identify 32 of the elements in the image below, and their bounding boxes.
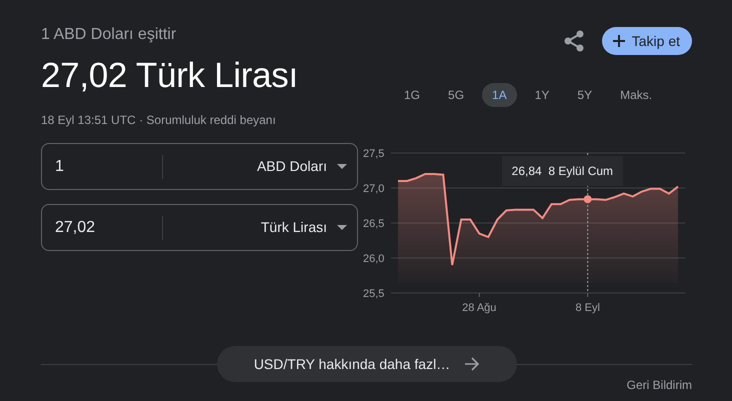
range-tab[interactable]: 1A [482,83,517,107]
learn-more-button[interactable]: USD/TRY hakkında daha fazl… [217,346,517,382]
subtitle: 1 ABD Doları eşittir [41,25,178,45]
arrow-right-icon [464,356,480,372]
hover-point [584,195,592,204]
separator: · [139,113,144,127]
range-tab[interactable]: 5G [438,83,474,107]
share-icon[interactable] [562,29,586,53]
x-axis-label: 28 Ağu [462,302,496,314]
y-axis-label: 25,5 [363,288,384,300]
currency-dropdown[interactable]: Türk Lirası [163,205,357,250]
y-axis-label: 26,0 [363,253,384,265]
range-tab[interactable]: 5Y [567,83,602,107]
currency-dropdown[interactable]: ABD Doları [163,144,357,189]
caret-icon [337,164,347,169]
conversion-result: 27,02 Türk Lirası [41,55,299,97]
range-tab[interactable]: 1G [394,83,430,107]
chart-tooltip: 26,84 8 Eylül Cum [502,156,624,186]
y-axis-label: 27,5 [363,148,384,160]
disclaimer-link[interactable]: Sorumluluk reddi beyanı [146,113,276,127]
x-axis-label: 8 Eyl [575,302,600,314]
range-tab[interactable]: 1Y [524,83,560,107]
range-tab[interactable]: Maks. [610,83,662,107]
feedback-link[interactable]: Geri Bildirim [626,376,692,394]
follow-button[interactable]: Takip et [602,27,692,55]
timestamp: 18 Eyl 13:51 UTC [41,113,136,127]
caret-icon [337,225,347,230]
y-axis-label: 26,5 [363,218,384,230]
amount-field[interactable]: 1 ABD Doları [41,143,358,190]
y-axis-label: 27,0 [363,183,384,195]
plus-icon [612,34,626,48]
amount-field[interactable]: 27,02 Türk Lirası [41,204,358,251]
